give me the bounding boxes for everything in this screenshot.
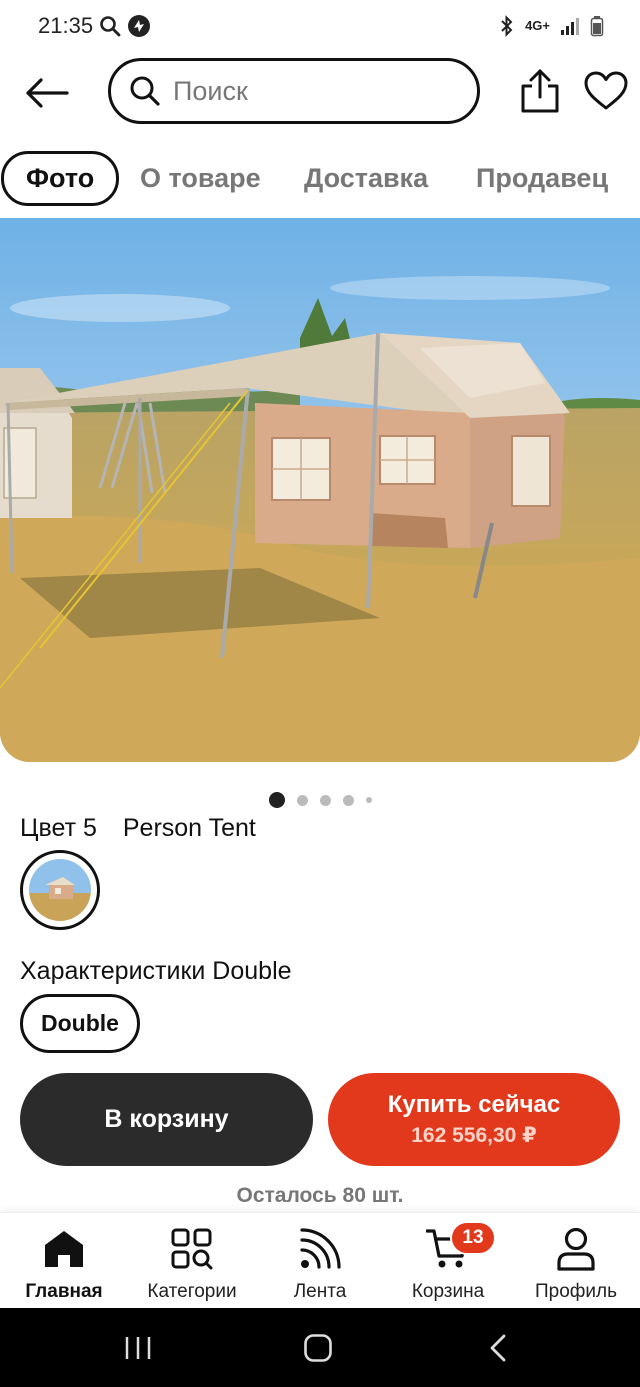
status-right: 4G+	[499, 15, 604, 37]
network-type: 4G+	[525, 18, 550, 33]
spec-label: Характеристики Double	[20, 957, 292, 985]
product-photo[interactable]	[0, 218, 640, 762]
system-navigation-bar	[0, 1308, 640, 1387]
tab-about[interactable]: О товаре	[140, 163, 261, 194]
back-system-button[interactable]	[476, 1330, 520, 1366]
home-system-button[interactable]	[296, 1330, 340, 1366]
share-icon	[521, 69, 559, 113]
carousel-indicator	[0, 791, 640, 809]
tab-seller[interactable]: Продавец	[476, 163, 608, 194]
profile-icon	[552, 1225, 600, 1273]
nav-home[interactable]: Главная	[0, 1225, 128, 1303]
carousel-dot	[268, 792, 285, 808]
nav-cart[interactable]: 13 Корзина	[384, 1221, 512, 1303]
color-value: Person Tent	[122, 814, 256, 842]
nav-feed[interactable]: Лента	[256, 1225, 384, 1303]
search-input[interactable]	[173, 75, 433, 107]
status-left: 21:35	[38, 13, 151, 39]
recent-apps-button[interactable]	[116, 1330, 160, 1366]
home-system-icon	[304, 1334, 332, 1362]
back-button[interactable]	[24, 70, 70, 116]
feed-icon	[296, 1225, 344, 1273]
header	[0, 56, 640, 128]
home-icon	[40, 1225, 88, 1273]
stock-remaining: Осталось 80 шт.	[236, 1184, 404, 1207]
search-status-icon	[99, 15, 121, 37]
nav-categories[interactable]: Категории	[128, 1225, 256, 1303]
share-button[interactable]	[518, 68, 562, 114]
search-bar[interactable]	[108, 58, 480, 124]
carousel-dot	[365, 797, 372, 803]
carousel-dot	[296, 794, 308, 806]
recent-apps-icon	[125, 1337, 151, 1359]
add-to-cart-button[interactable]: В корзину	[20, 1073, 313, 1166]
search-icon	[130, 76, 160, 106]
tab-photo[interactable]: Фото	[1, 150, 120, 206]
status-bar: 21:35 4G+	[0, 0, 640, 52]
cart-badge: 13	[450, 1221, 496, 1255]
bluetooth-icon	[499, 15, 515, 37]
buy-now-label: Купить сейчас	[387, 1091, 561, 1118]
status-time: 21:35	[38, 13, 94, 38]
price-label: 162 556,30 ₽	[411, 1124, 537, 1147]
buy-now-button[interactable]: Купить сейчас 162 556,30 ₽	[328, 1073, 620, 1166]
favorite-button[interactable]	[583, 68, 629, 114]
product-tabs: Фото О товаре Доставка Продавец	[0, 150, 640, 206]
nav-profile-label: Профиль	[534, 1281, 618, 1302]
chevron-left-icon	[490, 1334, 506, 1362]
tent-photo	[0, 218, 640, 762]
heart-icon	[584, 71, 628, 110]
color-label: Цвет 5 Person Tent	[20, 814, 256, 843]
nav-cart-label: Корзина	[411, 1281, 485, 1302]
app-status-icon	[127, 14, 151, 38]
signal-icon	[560, 16, 580, 36]
carousel-dot	[342, 794, 354, 806]
cart-icon: 13	[424, 1221, 496, 1273]
color-swatch[interactable]	[20, 850, 100, 930]
nav-home-label: Главная	[25, 1281, 103, 1302]
spec-option-double[interactable]: Double	[20, 994, 140, 1053]
swatch-thumbnail	[29, 859, 91, 921]
bottom-navigation: Главная Категории Лента 13 Корзина Профи…	[0, 1212, 640, 1308]
arrow-left-icon	[26, 78, 69, 108]
categories-icon	[168, 1225, 216, 1273]
tab-delivery[interactable]: Доставка	[304, 163, 428, 194]
carousel-dot	[319, 794, 331, 806]
nav-feed-label: Лента	[293, 1281, 347, 1302]
battery-icon	[590, 15, 604, 37]
color-label-text: Цвет 5	[20, 814, 97, 842]
nav-profile[interactable]: Профиль	[512, 1225, 640, 1303]
nav-categories-label: Категории	[147, 1281, 237, 1302]
